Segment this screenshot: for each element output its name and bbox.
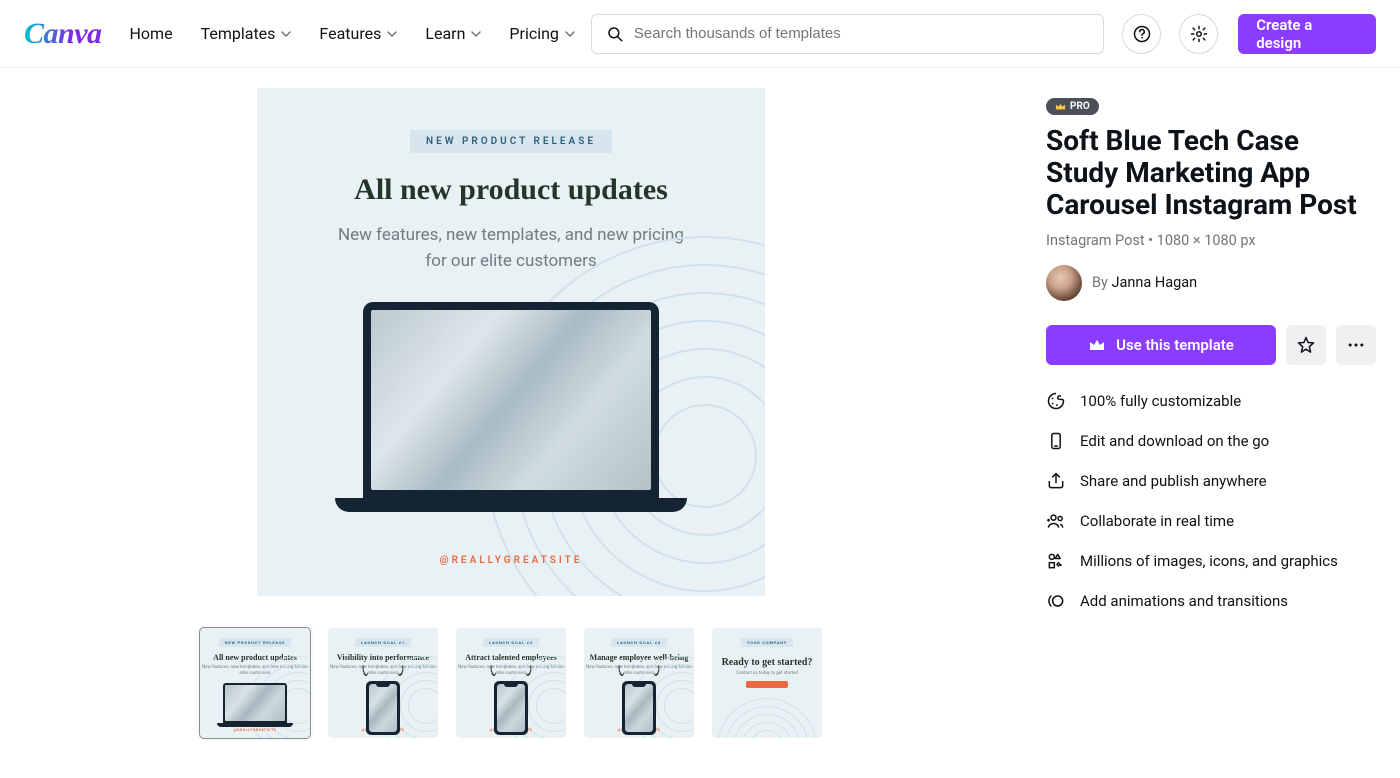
primary-nav: Home Templates Features Learn Pricing (130, 24, 575, 43)
nav-templates[interactable]: Templates (201, 24, 292, 43)
more-button[interactable] (1336, 325, 1376, 365)
feature-mobile: Edit and download on the go (1046, 431, 1376, 451)
author-row[interactable]: By Janna Hagan (1046, 265, 1376, 301)
chevron-down-icon (281, 29, 291, 39)
template-preview[interactable]: NEW PRODUCT RELEASE All new product upda… (257, 88, 765, 596)
thumbnail-5[interactable]: YOUR COMPANY Ready to get started? Conta… (712, 628, 822, 738)
feature-customizable: 100% fully customizable (1046, 391, 1376, 411)
shapes-icon (1046, 551, 1066, 571)
more-icon (1346, 335, 1366, 355)
logo[interactable]: Canva (24, 17, 102, 51)
search-icon (606, 25, 624, 43)
animation-icon (1046, 591, 1066, 611)
template-meta: Instagram Post • 1080 × 1080 px (1046, 232, 1376, 249)
template-title: Soft Blue Tech Case Study Marketing App … (1046, 125, 1376, 222)
search-input-wrap[interactable] (591, 14, 1104, 54)
preview-title: All new product updates (354, 173, 668, 207)
nav-learn[interactable]: Learn (425, 24, 481, 43)
phone-icon (1046, 431, 1066, 451)
thumbnail-4[interactable]: LAUNCH GOAL #3 Manage employee well-bein… (584, 628, 694, 738)
thumbnail-1[interactable]: NEW PRODUCT RELEASE All new product upda… (200, 628, 310, 738)
preview-pill: NEW PRODUCT RELEASE (410, 130, 612, 153)
avatar (1046, 265, 1082, 301)
features-list: 100% fully customizable Edit and downloa… (1046, 391, 1376, 611)
use-template-button[interactable]: Use this template (1046, 325, 1276, 365)
author-byline: By Janna Hagan (1092, 274, 1197, 291)
crown-icon (1088, 338, 1106, 352)
pro-badge: PRO (1046, 98, 1099, 115)
crown-icon (1055, 102, 1066, 111)
search-input[interactable] (634, 25, 1089, 42)
preview-column: NEW PRODUCT RELEASE All new product upda… (24, 88, 998, 738)
star-button[interactable] (1286, 325, 1326, 365)
feature-collaborate: Collaborate in real time (1046, 511, 1376, 531)
chevron-down-icon (387, 29, 397, 39)
star-icon (1296, 335, 1316, 355)
thumbnail-strip: NEW PRODUCT RELEASE All new product upda… (200, 628, 822, 738)
palette-icon (1046, 391, 1066, 411)
gear-icon (1190, 25, 1208, 43)
nav-features[interactable]: Features (319, 24, 397, 43)
action-row: Use this template (1046, 325, 1376, 365)
thumbnail-2[interactable]: LAUNCH GOAL #1 Visibility into performan… (328, 628, 438, 738)
nav-home[interactable]: Home (130, 24, 173, 43)
feature-assets: Millions of images, icons, and graphics (1046, 551, 1376, 571)
help-button[interactable] (1122, 14, 1161, 54)
nav-pricing[interactable]: Pricing (509, 24, 575, 43)
feature-animations: Add animations and transitions (1046, 591, 1376, 611)
share-icon (1046, 471, 1066, 491)
settings-button[interactable] (1179, 14, 1218, 54)
help-icon (1133, 25, 1151, 43)
preview-handle: @REALLYGREATSITE (440, 555, 583, 566)
users-icon (1046, 511, 1066, 531)
laptop-mockup (363, 302, 659, 512)
feature-share: Share and publish anywhere (1046, 471, 1376, 491)
chevron-down-icon (471, 29, 481, 39)
main: NEW PRODUCT RELEASE All new product upda… (0, 68, 1400, 778)
thumbnail-3[interactable]: LAUNCH GOAL #2 Attract talented employee… (456, 628, 566, 738)
chevron-down-icon (565, 29, 575, 39)
details-column: PRO Soft Blue Tech Case Study Marketing … (1046, 88, 1376, 738)
header: Canva Home Templates Features Learn Pric… (0, 0, 1400, 68)
create-design-button[interactable]: Create a design (1238, 14, 1376, 54)
